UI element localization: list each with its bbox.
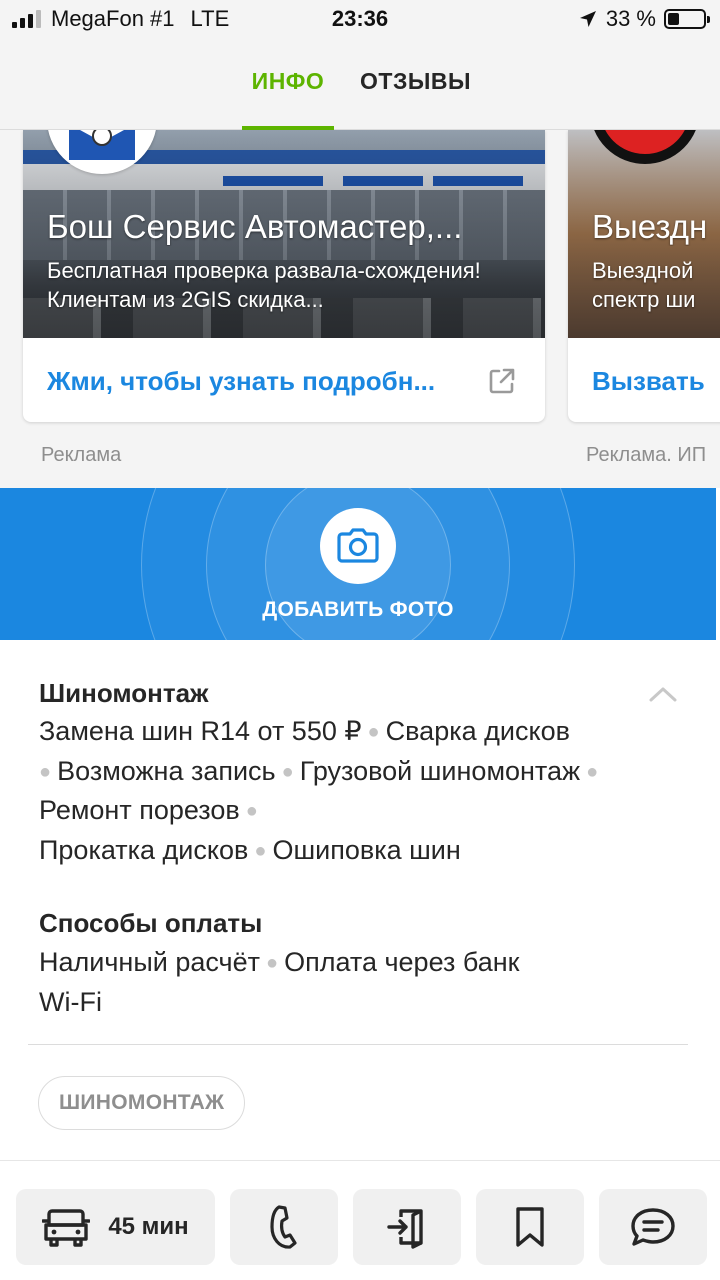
- route-button[interactable]: 45 мин: [16, 1189, 215, 1265]
- service-item: Ремонт порезов: [39, 795, 240, 825]
- call-button[interactable]: [230, 1189, 338, 1265]
- external-link-icon[interactable]: [487, 366, 517, 396]
- bookmark-button[interactable]: [476, 1189, 584, 1265]
- chevron-up-icon[interactable]: [648, 684, 678, 704]
- services-list: Замена шин R14 от 550 ₽ ● Сварка дисков ● В…: [39, 716, 599, 865]
- ad-label: Реклама: [41, 444, 122, 466]
- battery-percent: 33 %: [605, 6, 656, 31]
- add-photo-label: ДОБАВИТЬ ФОТО: [262, 598, 454, 621]
- ad-cta-link[interactable]: Вызвать: [592, 366, 705, 397]
- phone-icon: [270, 1205, 297, 1249]
- payment-list: Наличный расчёт ● Оплата через банк Wi-Fi: [39, 947, 520, 1017]
- camera-icon: [337, 528, 379, 563]
- ad-cta-link[interactable]: Жми, чтобы узнать подробн...: [47, 366, 477, 397]
- enter-icon: [387, 1209, 423, 1249]
- tab-reviews[interactable]: ОТЗЫВЫ: [360, 68, 471, 95]
- location-arrow-icon: [579, 11, 596, 27]
- status-bar: MegaFon #1 LTE 23:36 33 %: [0, 0, 720, 40]
- ad-title: Бош Сервис Автомастер,...: [47, 208, 463, 245]
- bookmark-icon: [516, 1207, 544, 1247]
- ad-description: Выездной спектр ши: [592, 258, 696, 312]
- battery-icon: [664, 9, 710, 29]
- tab-info[interactable]: ИНФО: [242, 68, 334, 95]
- car-icon: [42, 1209, 91, 1247]
- add-photo-button[interactable]: [320, 508, 396, 584]
- add-photo-banner[interactable]: ДОБАВИТЬ ФОТО: [0, 488, 716, 640]
- ads-carousel[interactable]: Бош Сервис Автомастер,... Бесплатная про…: [0, 130, 720, 488]
- service-item: Сварка дисков: [385, 716, 570, 746]
- status-right: 33 %: [578, 6, 710, 32]
- chat-button[interactable]: [599, 1189, 707, 1265]
- ad-card-secondary[interactable]: Выездн Выездной спектр ши Вызвать: [568, 130, 720, 422]
- bottom-action-bar: 45 мин: [0, 1160, 720, 1280]
- payment-item: Наличный расчёт: [39, 947, 260, 977]
- service-item: Замена шин R14 от 550 ₽: [39, 716, 362, 746]
- service-item: Ошиповка шин: [272, 834, 461, 865]
- route-time: 45 мин: [108, 1213, 189, 1240]
- tab-bar: ИНФО ОТЗЫВЫ: [0, 40, 720, 130]
- service-item: Возможна запись: [57, 755, 276, 786]
- ad-description: Бесплатная проверка развала-схождения! К…: [47, 258, 481, 312]
- payment-item: Оплата через банк: [284, 947, 520, 977]
- rubric-chip[interactable]: ШИНОМОНТАЖ: [38, 1076, 246, 1130]
- divider: [28, 1044, 688, 1045]
- services-title: Шиномонтаж: [39, 678, 209, 708]
- entrance-button[interactable]: [353, 1189, 461, 1265]
- wifi-feature: Wi-Fi: [39, 986, 102, 1017]
- service-item: Прокатка дисков: [39, 834, 249, 865]
- payment-title: Способы оплаты: [39, 908, 263, 938]
- ad-title: Выездн: [592, 208, 708, 245]
- ad-label: Реклама. ИП: [586, 444, 707, 466]
- details-section: Шиномонтаж Замена шин R14 от 550 ₽ ● Сварк…: [0, 640, 720, 1160]
- battery-level: [668, 13, 680, 25]
- ad-card[interactable]: Бош Сервис Автомастер,... Бесплатная про…: [23, 130, 545, 422]
- service-item: Грузовой шиномонтаж: [299, 755, 581, 786]
- chat-icon: [631, 1208, 675, 1246]
